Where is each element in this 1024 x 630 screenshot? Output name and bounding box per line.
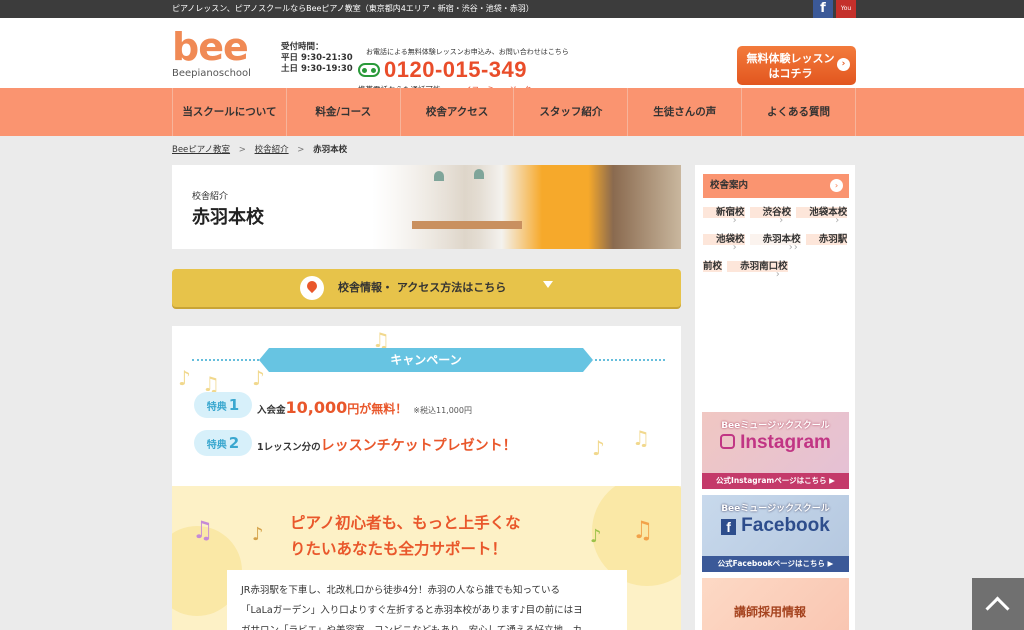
facebook-caption: Beeミュージックスクール: [721, 504, 830, 514]
chevron-right-icon: ›: [788, 242, 793, 253]
youtube-icon[interactable]: You Tube: [836, 0, 856, 30]
sidebar-item-ikebukuro[interactable]: 池袋校 ›: [703, 234, 745, 253]
breadcrumb-separator: >: [297, 145, 305, 155]
facebook-title: f Facebook: [702, 515, 849, 537]
chevron-right-icon: ›: [775, 269, 780, 280]
music-note-icon: ♫: [632, 516, 654, 544]
nav-item-faq[interactable]: よくある質問: [742, 88, 856, 136]
music-note-icon: ♪: [178, 366, 191, 390]
global-nav: 当スクールについて 料金/コース 校舎アクセス スタッフ紹介 生徒さんの声 よく…: [0, 88, 1024, 136]
instagram-icon: [720, 434, 736, 449]
divider: [590, 359, 665, 361]
instagram-banner[interactable]: Beeミュージックスクール Instagram 公式Instagramページはこ…: [702, 412, 849, 489]
facebook-icon[interactable]: f: [813, 0, 833, 18]
perk-badge-2: 特典 2: [194, 430, 252, 456]
cta-line1: 無料体験レッスン: [746, 52, 835, 65]
freedial-icon: [358, 63, 380, 77]
instagram-footer: 公式Instagramページはこちら ▶: [702, 473, 849, 489]
hours-weekday: 平日 9:30-21:30: [281, 53, 353, 63]
map-pin-icon: [300, 276, 324, 300]
music-note-icon: ♪: [592, 436, 605, 460]
breadcrumb-home[interactable]: Beeピアノ教室: [172, 145, 230, 155]
nav-item-voices[interactable]: 生徒さんの声: [628, 88, 743, 136]
recruit-title: 講師採用情報: [734, 605, 807, 619]
caret-down-icon: [543, 281, 553, 288]
nav-item-access[interactable]: 校舎アクセス: [401, 88, 515, 136]
page-title: 赤羽本校: [192, 207, 264, 228]
perk-2-text: 1レッスン分のレッスンチケットプレゼント！: [257, 438, 517, 454]
music-note-icon: ♪: [252, 524, 264, 545]
nav-item-staff[interactable]: スタッフ紹介: [514, 88, 629, 136]
campaign-box: ♪ ♫ ♪ ♫ ♪ ♫ キャンペーン 特典 1 入会金10,000円が無料！ ※税込…: [172, 326, 681, 486]
access-info-toggle[interactable]: 校舎情報・ アクセス方法はこちら: [172, 269, 681, 307]
breadcrumb-separator: >: [238, 145, 246, 155]
chevron-right-icon: ›: [779, 215, 784, 226]
facebook-footer: 公式Facebookページはこちら ▶: [702, 556, 849, 572]
nav-item-pricing[interactable]: 料金/コース: [287, 88, 401, 136]
sidebar-item-akabane-minami[interactable]: 赤羽南口校 ›: [727, 261, 788, 280]
divider: [192, 359, 267, 361]
reception-hours: 受付時間： 平日 9:30-21:30 土日 9:30-19:30: [281, 42, 353, 75]
chevron-right-icon: ›: [732, 215, 737, 226]
support-section: ♫ ♪ ♫ ♪ ピアノ初心者も、もっと上手くな りたいあなたも全力サポート！ J…: [172, 486, 681, 630]
nav-item-about[interactable]: 当スクールについて: [172, 88, 287, 136]
campaign-ribbon: キャンペーン: [259, 348, 593, 372]
instagram-caption: Beeミュージックスクール: [721, 421, 830, 431]
chevron-right-icon: ›: [793, 242, 798, 253]
breadcrumb-parent[interactable]: 校舎紹介: [255, 145, 289, 155]
breadcrumb: Beeピアノ教室 > 校舎紹介 > 赤羽本校: [172, 143, 353, 155]
top-bar: ピアノレッスン、ピアノスクールならBeeピアノ教室（東京都内4エリア・新宿・渋谷…: [0, 0, 1024, 30]
scroll-to-top-button[interactable]: [972, 578, 1024, 630]
facebook-banner[interactable]: Beeミュージックスクール f Facebook 公式Facebookページはこち…: [702, 495, 849, 572]
music-note-icon: ♪: [590, 526, 602, 547]
perk-badge-1: 特典 1: [194, 392, 252, 418]
page-hero: 校舎紹介 赤羽本校: [172, 165, 681, 249]
hours-label: 受付時間：: [281, 42, 324, 52]
school-list: 新宿校 › 渋谷校 › 池袋本校 › 池袋校 › 赤羽本校 › 赤羽駅前校 › 赤羽南口校 ›: [703, 199, 849, 280]
site-header: bee Beepianoschool 受付時間： 平日 9:30-21:30 土…: [0, 18, 1024, 94]
tel-row: 0120-015-349: [358, 56, 527, 84]
logo-sub: Beepianoschool: [172, 68, 251, 79]
chevron-right-icon: ›: [732, 242, 737, 253]
instagram-title: Instagram: [702, 432, 849, 454]
chevron-right-icon: ›: [837, 58, 850, 71]
music-note-icon: ♫: [192, 516, 214, 544]
school-interior-photo: [372, 165, 681, 249]
breadcrumb-current: 赤羽本校: [313, 145, 348, 155]
logo-main: bee: [172, 25, 249, 69]
support-headline: ピアノ初心者も、もっと上手くな りたいあなたも全力サポート！: [290, 514, 521, 558]
sidebar-item-shibuya[interactable]: 渋谷校 ›: [749, 207, 792, 226]
recruit-banner[interactable]: 講師採用情報: [702, 578, 849, 630]
hero-subtitle: 校舎紹介: [192, 192, 229, 202]
support-body: JR赤羽駅を下車し、北改札口から徒歩4分！赤羽の人なら誰でも知っている 「LaL…: [227, 570, 627, 630]
music-note-icon: ♫: [632, 426, 650, 450]
sidebar-heading: 校舎案内 ›: [703, 174, 849, 198]
chevron-right-icon: ›: [835, 215, 840, 226]
chevron-down-icon: ›: [830, 179, 843, 192]
facebook-icon: f: [721, 519, 737, 535]
site-logo[interactable]: bee Beepianoschool: [172, 28, 267, 88]
perk-1-text: 入会金10,000円が無料！ ※税込11,000円: [257, 398, 472, 417]
cta-line2: はコチラ: [768, 67, 813, 80]
phone-number-link[interactable]: 0120-015-349: [384, 57, 527, 83]
site-tagline: ピアノレッスン、ピアノスクールならBeeピアノ教室（東京都内4エリア・新宿・渋谷…: [172, 4, 534, 13]
sidebar-item-shinjuku[interactable]: 新宿校 ›: [703, 207, 745, 226]
access-info-label: 校舎情報・ アクセス方法はこちら: [338, 281, 507, 294]
free-trial-button[interactable]: 無料体験レッスン はコチラ ›: [737, 46, 856, 85]
hours-weekend: 土日 9:30-19:30: [281, 64, 353, 74]
sidebar-item-ikebukuro-main[interactable]: 池袋本校 ›: [796, 207, 848, 226]
